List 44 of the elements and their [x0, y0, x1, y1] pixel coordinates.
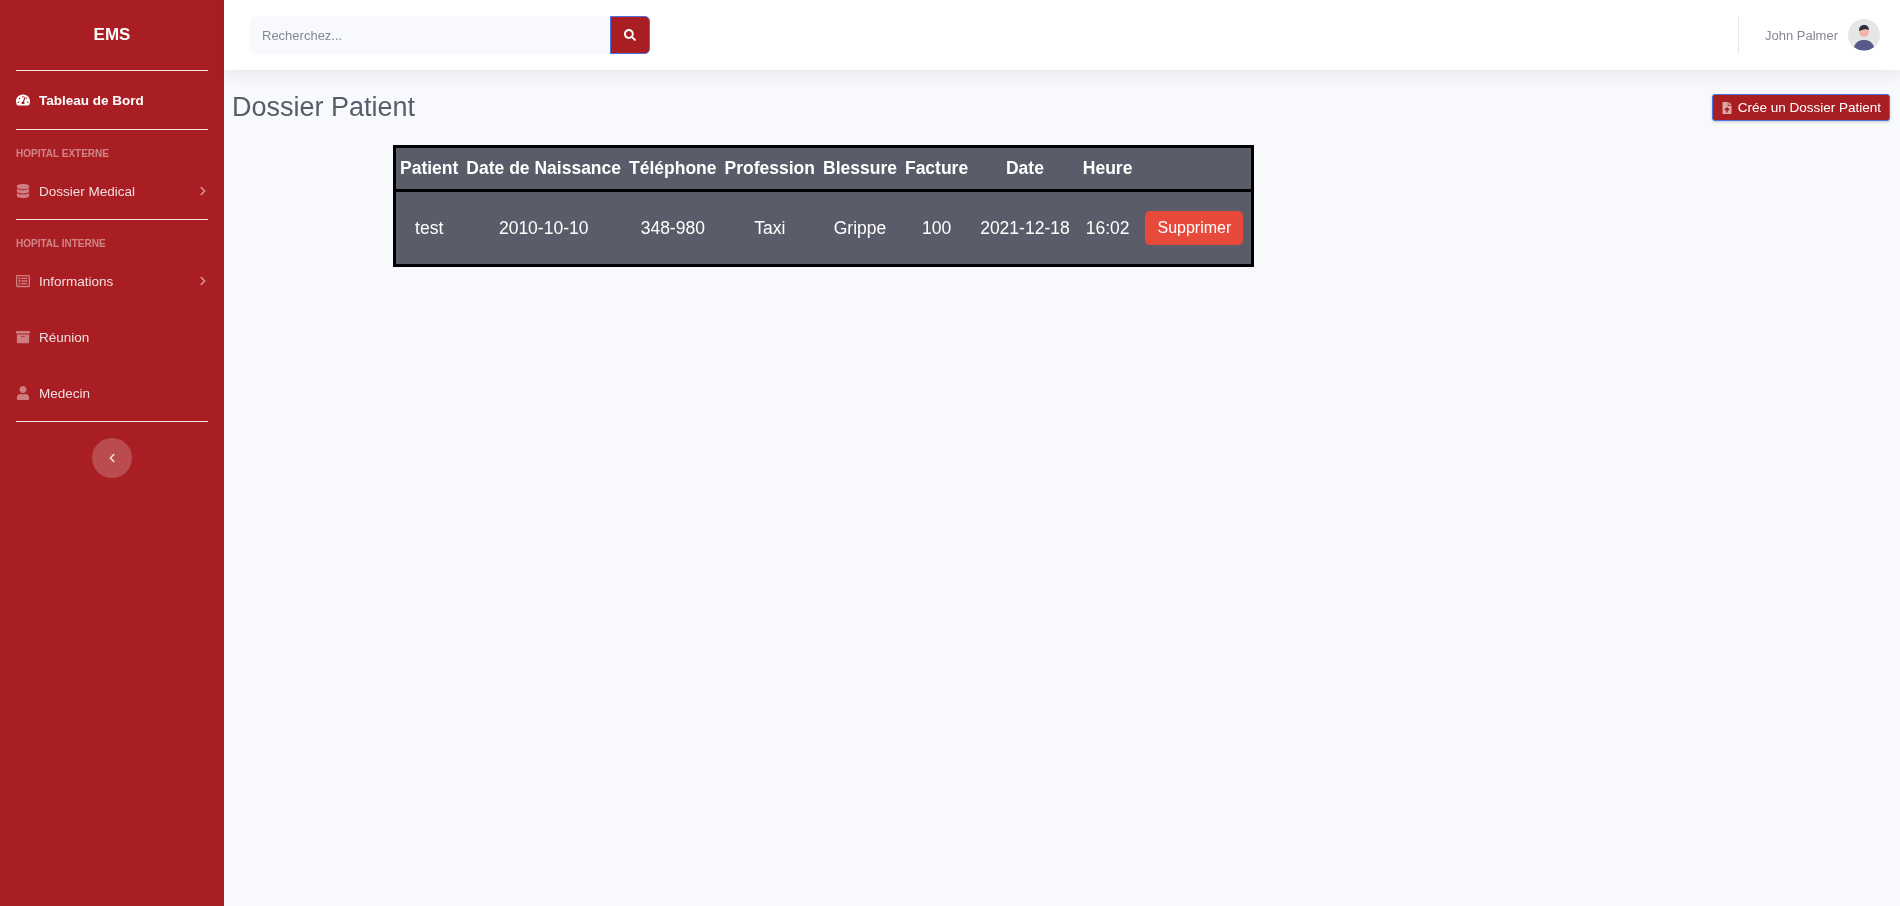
- sidebar-item[interactable]: Medecin: [0, 365, 224, 421]
- column-header: Heure: [1077, 146, 1138, 191]
- table-cell: 16:02: [1077, 190, 1138, 266]
- table-cell: Grippe: [819, 190, 901, 266]
- table-cell: Taxi: [720, 190, 819, 266]
- sidebar-item[interactable]: Dossier Medical: [0, 163, 224, 219]
- column-header: Date de Naissance: [462, 146, 626, 191]
- column-header: Facture: [900, 146, 973, 191]
- sidebar-item[interactable]: Réunion: [0, 309, 224, 365]
- column-header: Blessure: [819, 146, 901, 191]
- user-icon: [16, 386, 30, 400]
- page-title: Dossier Patient: [232, 92, 416, 123]
- table-cell: 100: [900, 190, 973, 266]
- table-cell: 2021-12-18: [972, 190, 1078, 266]
- chevron-left-icon: [107, 453, 117, 463]
- card-icon: [16, 274, 30, 288]
- sidebar-label: Dossier Medical: [39, 183, 137, 199]
- column-header: Patient: [394, 146, 463, 191]
- avatar-icon[interactable]: [1848, 19, 1880, 51]
- sidebar-heading: HOPITAL INTERNE: [15, 237, 107, 251]
- user-name[interactable]: John Palmer: [1765, 27, 1838, 43]
- column-header: Date: [972, 146, 1078, 191]
- database-icon: [16, 184, 30, 198]
- table-cell: test: [394, 190, 463, 266]
- column-header: Téléphone: [625, 146, 721, 191]
- sidebar-label: Tableau de Bord: [39, 92, 145, 108]
- search-field[interactable]: Recherchez...: [250, 16, 610, 54]
- search-button[interactable]: [610, 16, 650, 54]
- create-record-button[interactable]: Crée un Dossier Patient: [1711, 94, 1890, 121]
- sidebar-item[interactable]: Informations: [0, 253, 224, 309]
- gauge-icon: [16, 93, 30, 107]
- brand-logo[interactable]: EMS: [0, 0, 224, 70]
- upload-icon: [1720, 101, 1733, 114]
- sidebar-heading: HOPITAL EXTERNE: [15, 147, 110, 161]
- sidebar-label: Informations: [39, 273, 115, 289]
- search-icon: [624, 29, 636, 41]
- column-header: Profession: [720, 146, 819, 191]
- sidebar-item[interactable]: Tableau de Bord: [0, 71, 224, 129]
- table-cell: 2010-10-10: [462, 190, 626, 266]
- sidebar-label: Medecin: [39, 385, 92, 401]
- delete-button[interactable]: Supprimer: [1145, 211, 1244, 245]
- table-cell: 348-980: [625, 190, 721, 266]
- sidebar-label: Réunion: [39, 329, 91, 345]
- archive-box-icon: [16, 330, 30, 344]
